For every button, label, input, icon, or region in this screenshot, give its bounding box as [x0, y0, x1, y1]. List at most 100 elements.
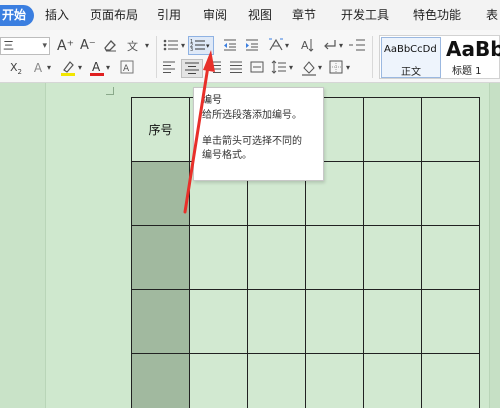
- table-row: [131, 225, 480, 290]
- tab-references[interactable]: 引用: [157, 5, 181, 26]
- table-cell[interactable]: [305, 225, 364, 290]
- tab-developer-tools[interactable]: 开发工具: [341, 5, 389, 26]
- table-cell[interactable]: [247, 353, 306, 408]
- table-cell[interactable]: [363, 353, 422, 408]
- line-spacing-icon[interactable]: [271, 59, 287, 77]
- shrink-font-icon[interactable]: A⁻: [80, 37, 96, 55]
- highlight-color-icon[interactable]: [59, 59, 77, 77]
- align-center-icon: [185, 62, 199, 74]
- align-right-icon[interactable]: [207, 59, 223, 77]
- tooltip-title: 编号: [202, 95, 222, 106]
- tooltip-hint-line-1: 单击箭头可选择不同的: [202, 136, 302, 147]
- phonetic-guide-icon[interactable]: 文: [126, 37, 142, 55]
- ribbon-toolbar: 三 ▾ A⁺ A⁻ 文 ▾ ▾ 1 2 3 ▾ ▾ A ▾ X2 A ▾ ▾ A…: [0, 30, 500, 83]
- chevron-down-icon[interactable]: ▾: [345, 59, 351, 77]
- svg-text:A: A: [123, 64, 130, 74]
- svg-text:A: A: [301, 39, 309, 52]
- borders-icon[interactable]: [328, 59, 344, 77]
- character-border-icon[interactable]: A: [119, 59, 135, 77]
- svg-text:3: 3: [190, 47, 193, 53]
- table-cell[interactable]: [363, 97, 422, 162]
- shading-icon[interactable]: [301, 59, 317, 77]
- toolbar-separator: [156, 36, 157, 78]
- style-normal-sample: AaBbCcDd: [384, 44, 437, 55]
- chevron-down-icon[interactable]: ▾: [317, 59, 323, 77]
- chevron-down-icon[interactable]: ▾: [42, 38, 47, 54]
- table-cell-selected[interactable]: [131, 289, 190, 354]
- subscript-icon[interactable]: X2: [6, 59, 26, 77]
- style-heading-1[interactable]: AaBb 标题 1: [444, 37, 500, 78]
- table-row: [131, 353, 480, 408]
- numbering-button[interactable]: 1 2 3 ▾: [188, 36, 214, 55]
- svg-text:▾: ▾: [206, 42, 210, 50]
- line-break-icon[interactable]: [322, 37, 338, 55]
- show-paragraph-marks-icon[interactable]: [348, 37, 366, 55]
- chevron-down-icon[interactable]: ▾: [288, 59, 294, 77]
- table-cell[interactable]: [421, 353, 480, 408]
- tab-insert[interactable]: 插入: [45, 5, 69, 26]
- chinese-layout-icon[interactable]: [268, 37, 284, 55]
- table-cell-selected[interactable]: [131, 225, 190, 290]
- ribbon-tab-bar: 开始 插入 页面布局 引用 审阅 视图 章节 开发工具 特色功能 表: [0, 0, 500, 30]
- table-cell[interactable]: [421, 225, 480, 290]
- table-row: [131, 289, 480, 354]
- table-cell[interactable]: [189, 289, 248, 354]
- grow-font-icon[interactable]: A⁺: [57, 37, 74, 55]
- table-cell[interactable]: [421, 97, 480, 162]
- table-cell[interactable]: [305, 289, 364, 354]
- styles-gallery: AaBbCcDd 正文 AaBb 标题 1: [379, 35, 500, 79]
- table-cell-selected[interactable]: [131, 353, 190, 408]
- text-direction-icon[interactable]: A: [299, 37, 315, 55]
- chevron-down-icon[interactable]: ▾: [338, 37, 344, 55]
- style-normal-label: 正文: [401, 67, 421, 78]
- tab-home[interactable]: 开始: [0, 5, 35, 26]
- numbered-list-icon: 123 ▾: [190, 39, 210, 53]
- style-normal[interactable]: AaBbCcDd 正文: [381, 37, 441, 78]
- tab-special-features[interactable]: 特色功能: [413, 5, 461, 26]
- table-cell-selected[interactable]: [131, 161, 190, 226]
- table-cell[interactable]: [247, 289, 306, 354]
- table-cell[interactable]: [363, 289, 422, 354]
- tab-chapter[interactable]: 章节: [292, 5, 316, 26]
- style-heading-1-sample: AaBb: [446, 37, 500, 61]
- chevron-down-icon[interactable]: ▾: [284, 37, 290, 55]
- table-cell[interactable]: [363, 161, 422, 226]
- table-header-cell-serial[interactable]: 序号: [131, 97, 190, 162]
- justify-icon[interactable]: [228, 59, 244, 77]
- style-heading-1-label: 标题 1: [452, 66, 482, 77]
- table-cell[interactable]: [189, 353, 248, 408]
- font-color-icon[interactable]: A: [89, 59, 105, 77]
- numbering-tooltip: 编号 给所选段落添加编号。 单击箭头可选择不同的 编号格式。: [193, 87, 324, 181]
- tooltip-description: 给所选段落添加编号。: [202, 110, 302, 121]
- tab-review[interactable]: 审阅: [203, 5, 227, 26]
- table-cell[interactable]: [421, 161, 480, 226]
- bullets-icon[interactable]: [162, 37, 180, 55]
- chevron-down-icon[interactable]: ▾: [180, 37, 186, 55]
- left-page-margin: [0, 83, 46, 408]
- table-cell[interactable]: [247, 225, 306, 290]
- svg-text:文: 文: [127, 39, 138, 53]
- table-cell[interactable]: [421, 289, 480, 354]
- decrease-indent-icon[interactable]: [222, 37, 238, 55]
- tab-view[interactable]: 视图: [248, 5, 272, 26]
- align-left-icon[interactable]: [161, 59, 177, 77]
- text-effect-icon[interactable]: A: [30, 59, 46, 77]
- clear-format-icon[interactable]: [102, 37, 118, 55]
- tab-page-layout[interactable]: 页面布局: [90, 5, 138, 26]
- font-size-select[interactable]: 三 ▾: [0, 37, 50, 55]
- table-cell[interactable]: [363, 225, 422, 290]
- table-cell[interactable]: [189, 225, 248, 290]
- chevron-down-icon[interactable]: ▾: [105, 59, 111, 77]
- margin-corner-mark: [106, 87, 114, 95]
- chevron-down-icon[interactable]: ▾: [77, 59, 83, 77]
- align-center-button[interactable]: [181, 59, 203, 78]
- toolbar-separator: [372, 36, 373, 78]
- right-scroll-area: [489, 83, 500, 408]
- table-cell[interactable]: [305, 353, 364, 408]
- tooltip-hint-line-2: 编号格式。: [202, 150, 252, 161]
- distribute-icon[interactable]: [249, 59, 265, 77]
- chevron-down-icon[interactable]: ▾: [143, 37, 151, 55]
- tab-more[interactable]: 表: [486, 5, 498, 26]
- chevron-down-icon[interactable]: ▾: [46, 59, 52, 77]
- increase-indent-icon[interactable]: [244, 37, 260, 55]
